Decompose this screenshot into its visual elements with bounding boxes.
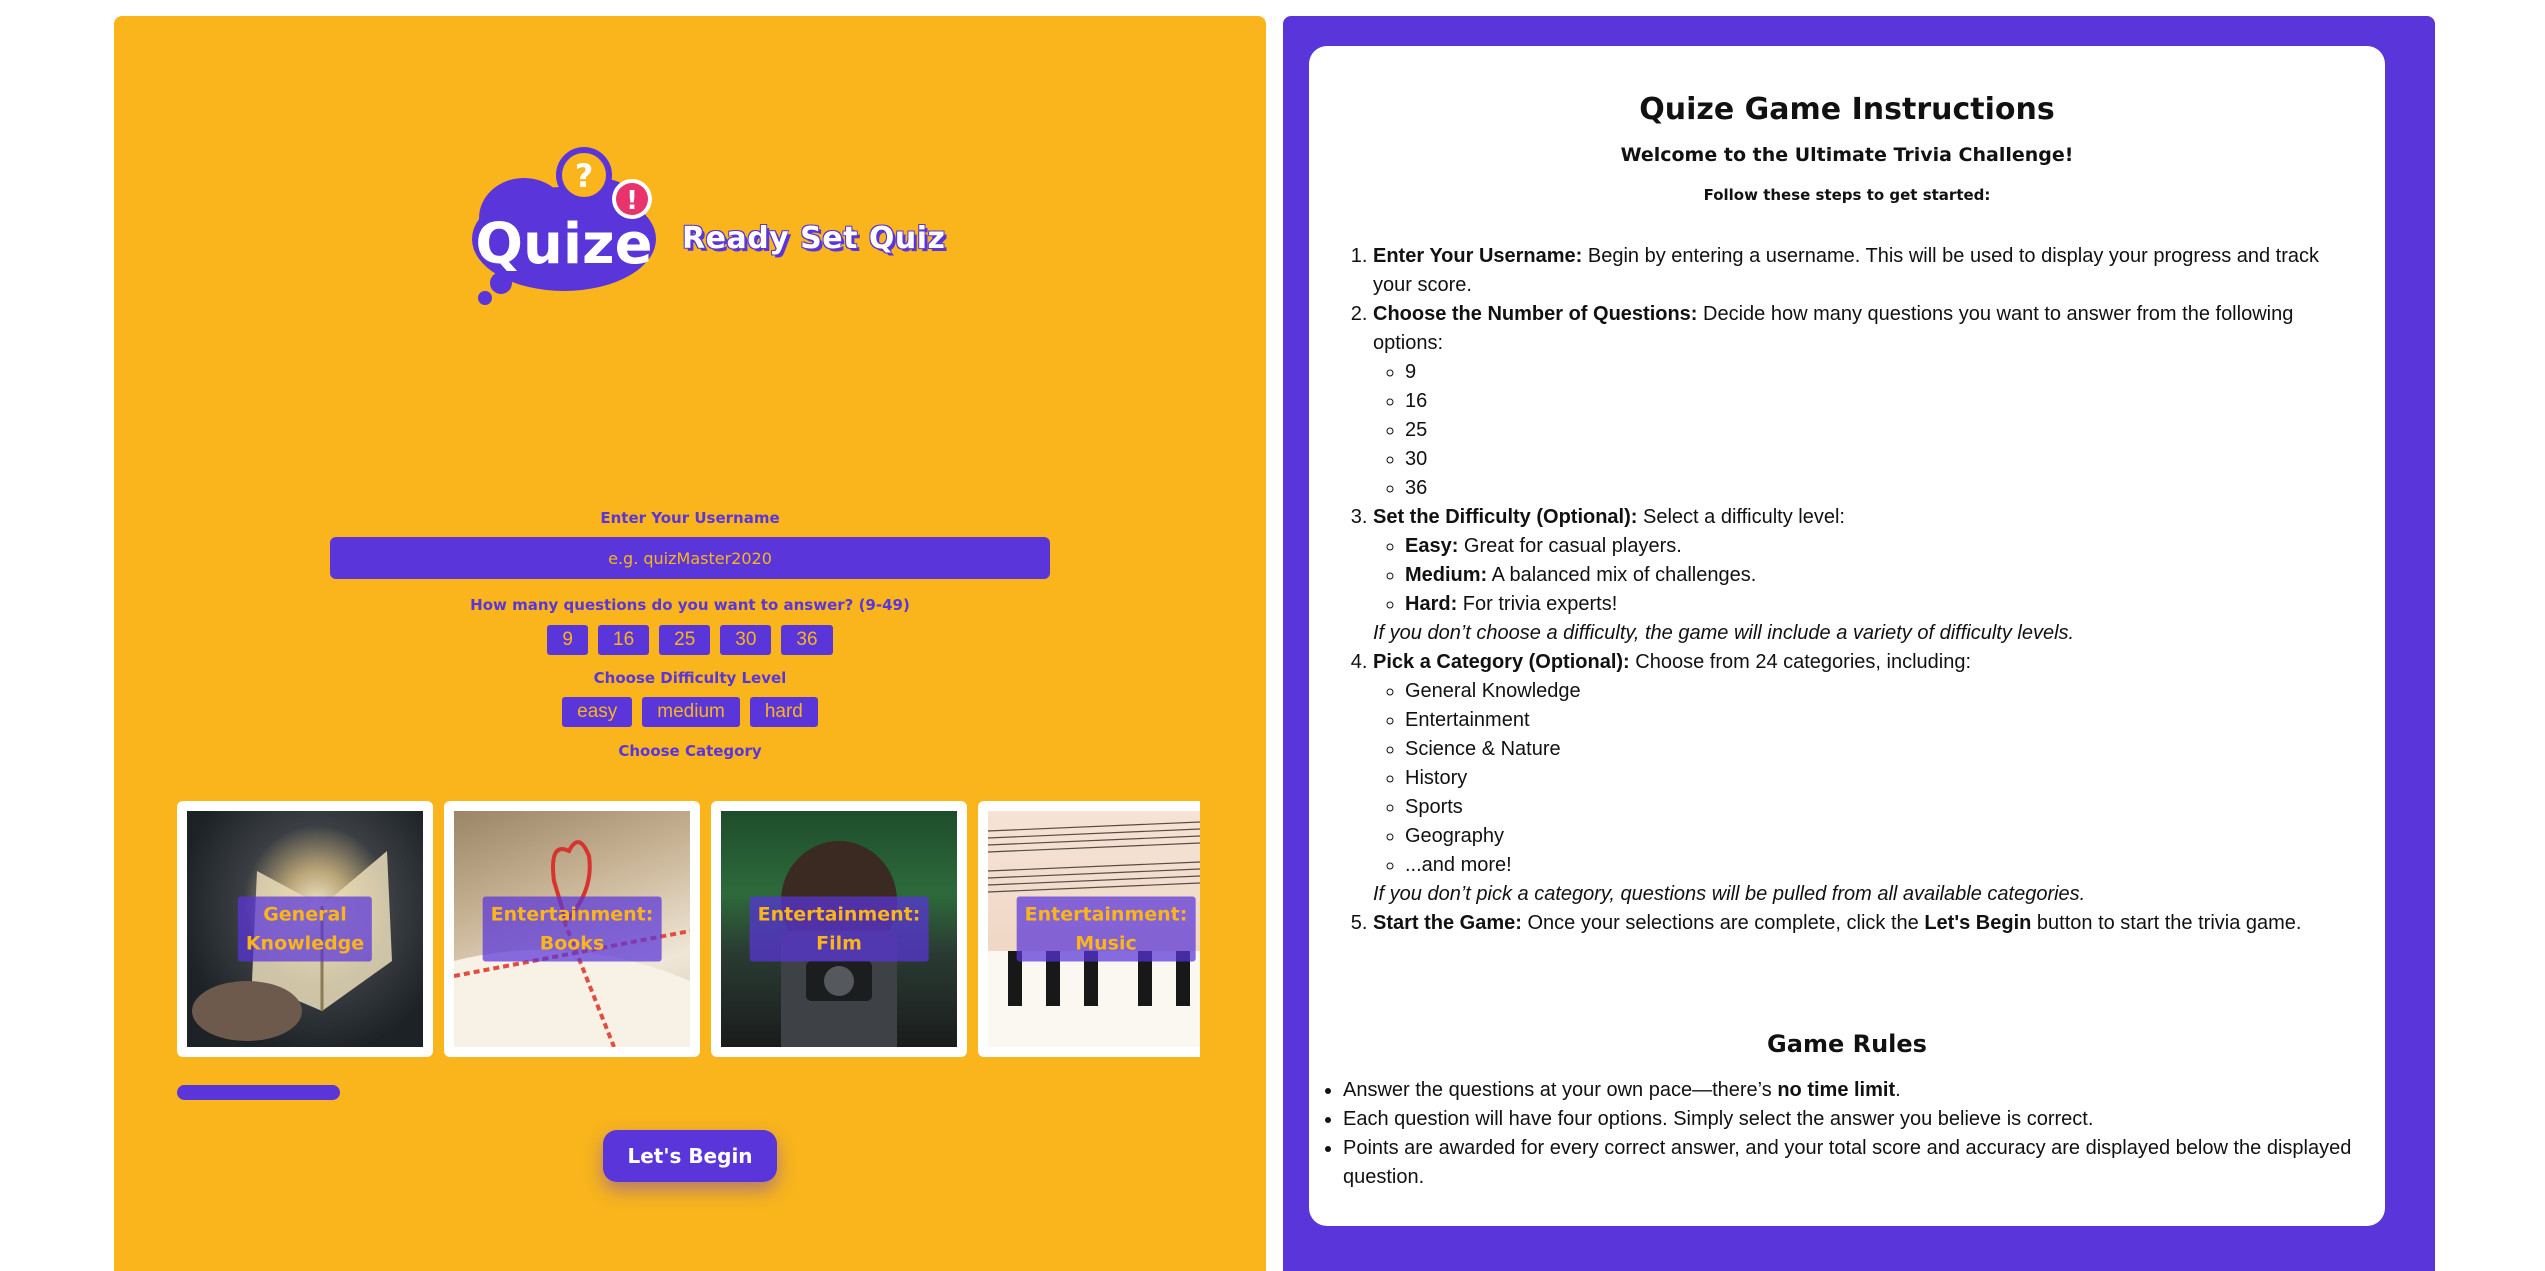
step-difficulty: Set the Difficulty (Optional): Select a … [1373,503,2357,648]
list-item: Easy: Great for casual players. [1405,532,2357,561]
category-label-text: General Knowledge [237,896,373,962]
game-rules: Answer the questions at your own pace—th… [1317,1076,2377,1192]
category-label-text: Entertainment: Music [1016,896,1196,962]
list-item: Points are awarded for every correct ans… [1343,1134,2377,1192]
category-card-film[interactable]: Entertainment: Film [711,801,967,1057]
svg-text:Quize: Quize [475,212,652,277]
list-item: Answer the questions at your own pace—th… [1343,1076,2377,1105]
setup-panel: ? ! Quize Ready Set Quiz Enter Your User… [114,16,1266,1271]
carousel-scrollbar[interactable] [177,1085,340,1100]
step-username: Enter Your Username: Begin by entering a… [1373,242,2357,300]
question-count-options: 9 16 25 30 36 [114,625,1266,655]
step-question-count: Choose the Number of Questions: Decide h… [1373,300,2357,503]
difficulty-options: easy medium hard [114,697,1266,727]
difficulty-medium-button[interactable]: medium [642,697,740,727]
list-item: Science & Nature [1405,735,2357,764]
list-item: 30 [1405,445,2357,474]
instructions-steps: Enter Your Username: Begin by entering a… [1347,242,2357,938]
instructions-panel: Quize Game Instructions Welcome to the U… [1283,16,2435,1271]
list-item: Each question will have four options. Si… [1343,1105,2377,1134]
question-option-9[interactable]: 9 [547,625,588,655]
question-option-36[interactable]: 36 [781,625,833,655]
list-item: General Knowledge [1405,677,2357,706]
instructions-card: Quize Game Instructions Welcome to the U… [1309,46,2385,1226]
category-card-books[interactable]: Entertainment: Books [444,801,700,1057]
list-item: ...and more! [1405,851,2357,880]
list-item: Medium: A balanced mix of challenges. [1405,561,2357,590]
username-label: Enter Your Username [600,509,780,527]
question-option-25[interactable]: 25 [659,625,711,655]
difficulty-label: Choose Difficulty Level [593,669,787,687]
questions-label: How many questions do you want to answer… [470,596,910,614]
list-item: 16 [1405,387,2357,416]
list-item: Sports [1405,793,2357,822]
difficulty-note: If you don’t choose a difficulty, the ga… [1373,622,2075,644]
list-item: Entertainment [1405,706,2357,735]
difficulty-hard-button[interactable]: hard [749,697,818,727]
category-label: Choose Category [618,742,762,760]
instructions-subtitle: Welcome to the Ultimate Trivia Challenge… [1620,144,2074,166]
category-image: Entertainment: Books [454,811,690,1047]
list-item: Hard: For trivia experts! [1405,590,2357,619]
category-carousel[interactable]: General Knowledge Entertainment: Books E… [177,801,1200,1061]
category-note: If you don’t pick a category, questions … [1373,883,2086,905]
step-start: Start the Game: Once your selections are… [1373,909,2357,938]
question-option-16[interactable]: 16 [598,625,650,655]
rules-title: Game Rules [1767,1030,1927,1058]
list-item: 25 [1405,416,2357,445]
list-item: Geography [1405,822,2357,851]
step-category: Pick a Category (Optional): Choose from … [1373,648,2357,909]
username-input[interactable] [330,537,1050,579]
category-card-music[interactable]: Entertainment: Music [978,801,1200,1057]
category-image: Entertainment: Film [721,811,957,1047]
svg-text:?: ? [575,157,594,195]
instructions-title: Quize Game Instructions [1639,92,2055,127]
category-image: General Knowledge [187,811,423,1047]
category-label-text: Entertainment: Books [482,896,662,962]
difficulty-easy-button[interactable]: easy [562,697,633,727]
list-item: 36 [1405,474,2357,503]
lets-begin-button[interactable]: Let's Begin [603,1130,777,1182]
category-label-text: Entertainment: Film [749,896,929,962]
list-item: 9 [1405,358,2357,387]
category-card-general-knowledge[interactable]: General Knowledge [177,801,433,1057]
instructions-intro: Follow these steps to get started: [1703,186,1991,204]
list-item: History [1405,764,2357,793]
category-image: Entertainment: Music [988,811,1200,1047]
question-option-30[interactable]: 30 [720,625,772,655]
logo-tagline: Ready Set Quiz [682,221,946,256]
